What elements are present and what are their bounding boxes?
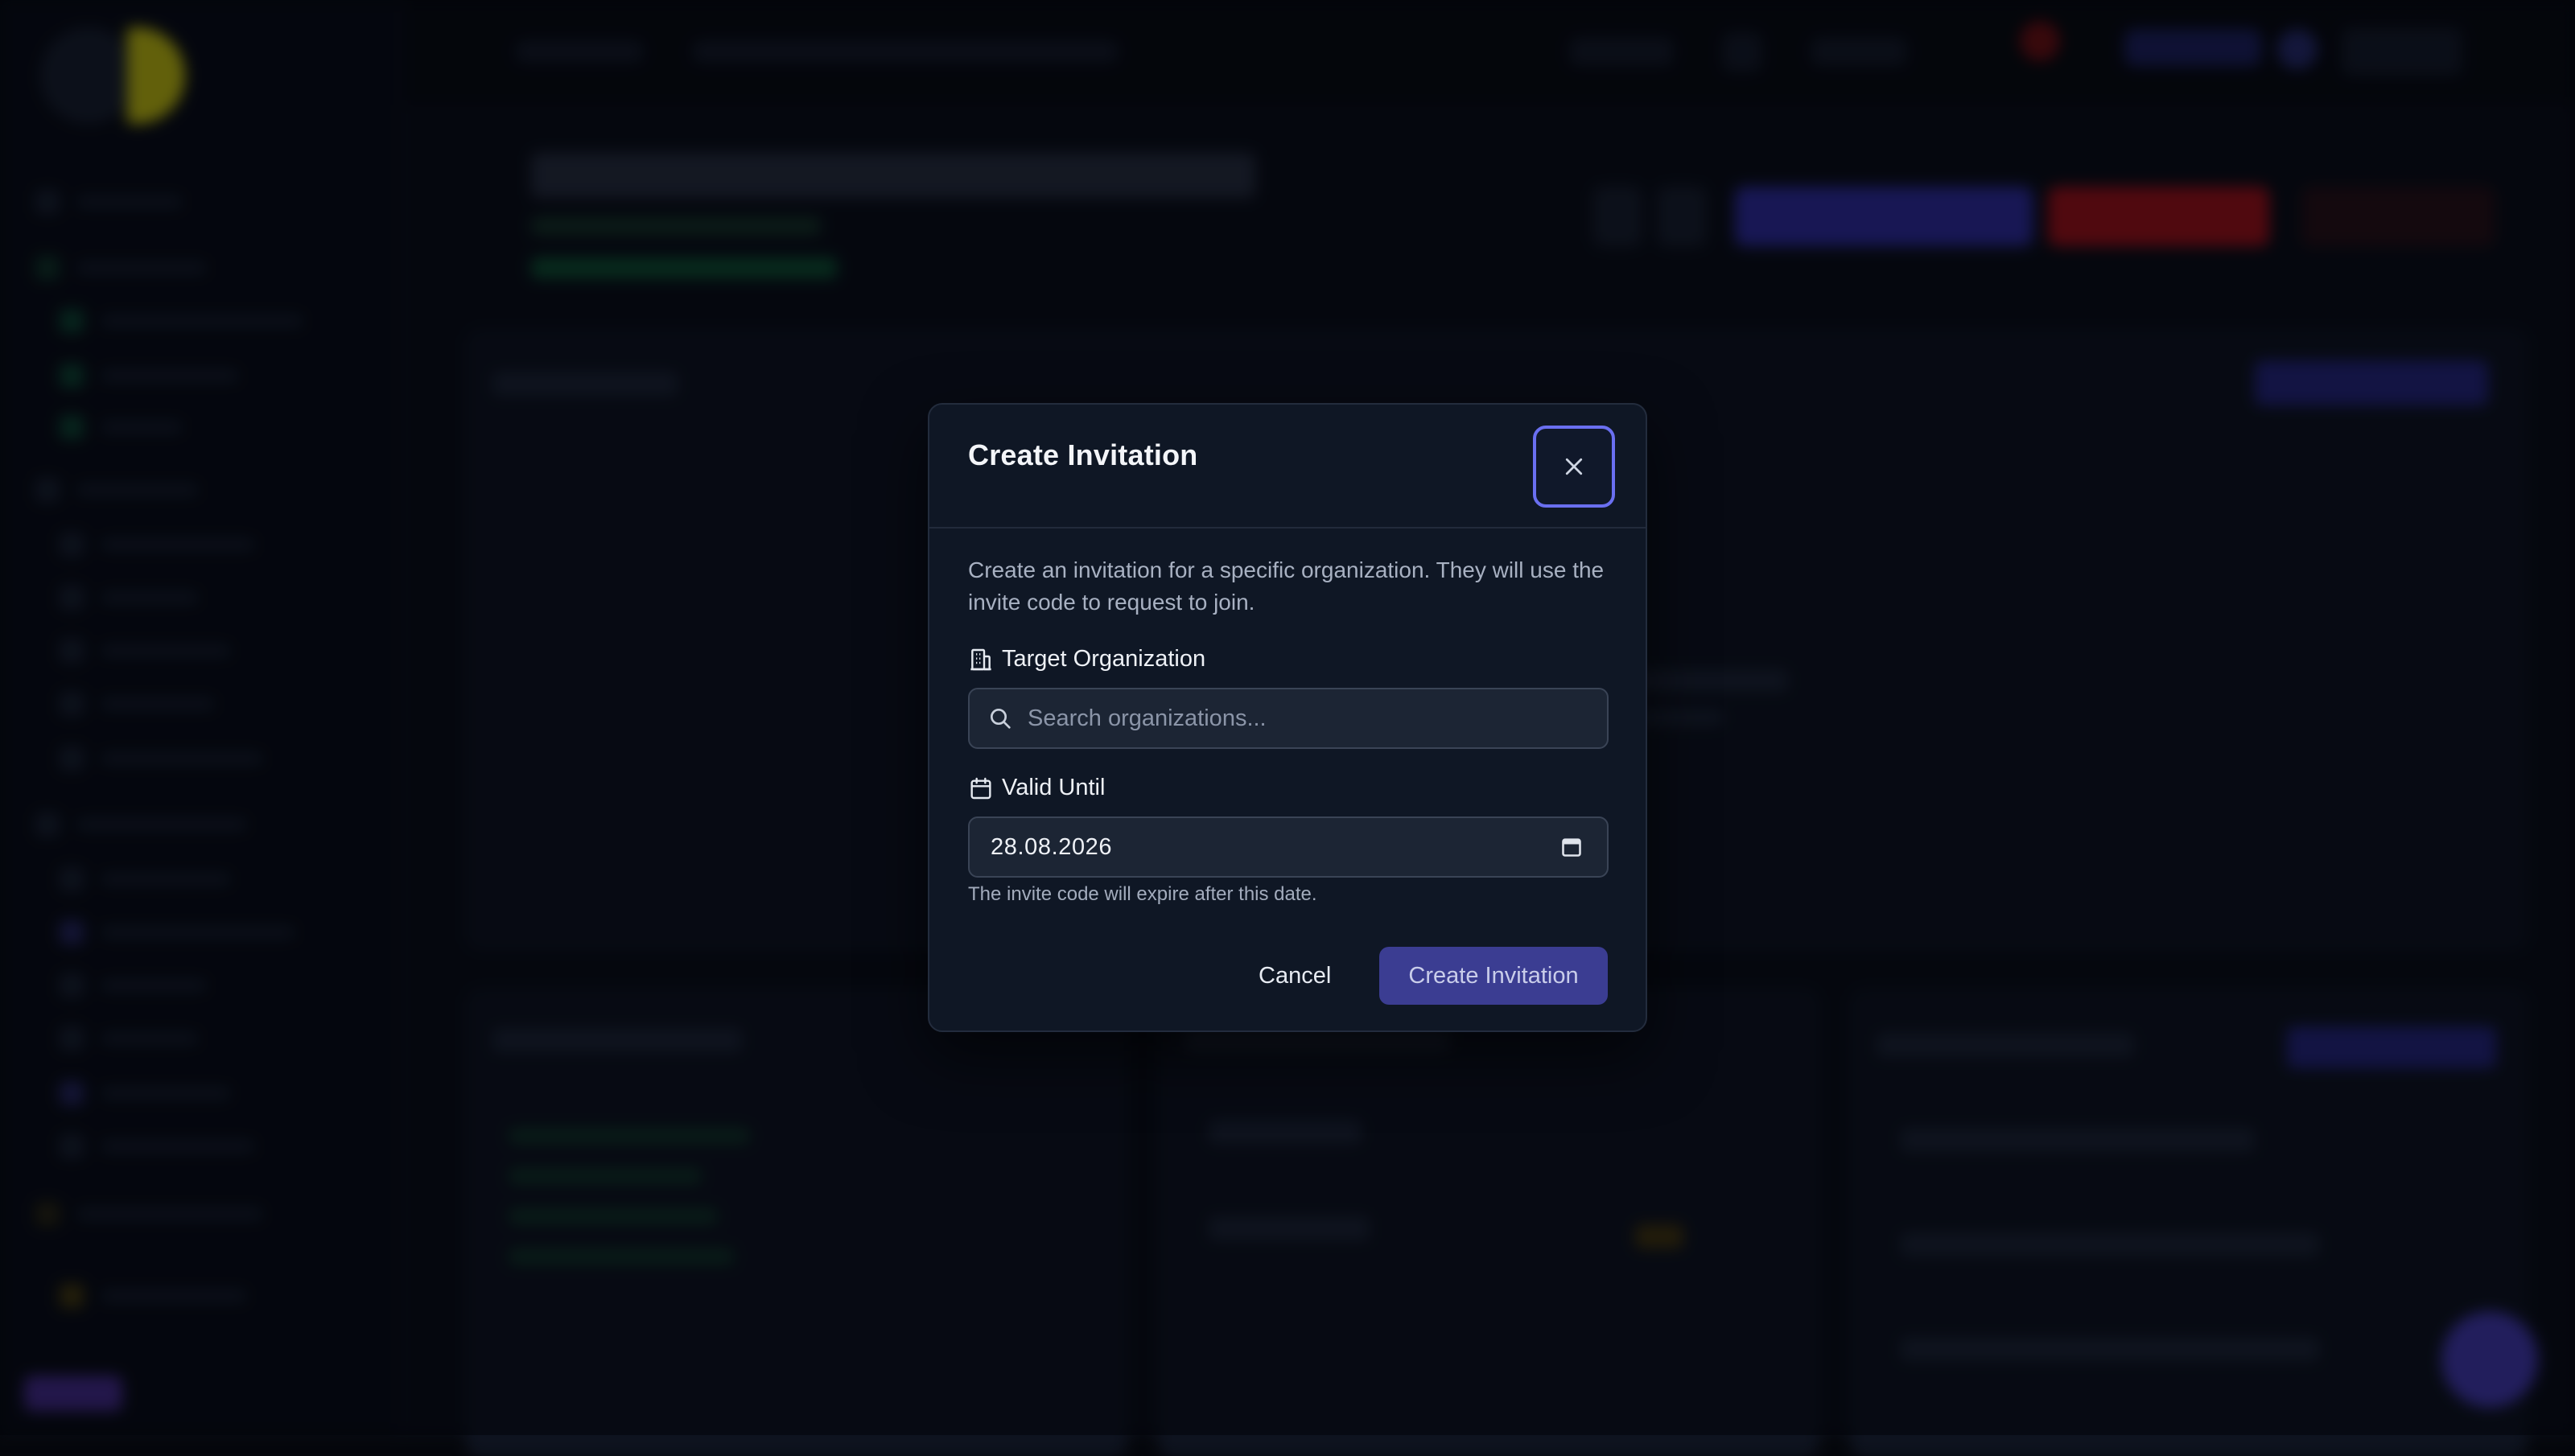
close-button[interactable] — [1533, 426, 1615, 508]
organization-search-input[interactable] — [1028, 689, 1607, 747]
valid-until-date-field[interactable]: 28.08.2026 — [968, 816, 1609, 878]
close-icon — [1565, 458, 1583, 475]
dialog-title: Create Invitation — [968, 438, 1198, 471]
valid-until-label-text: Valid Until — [1002, 775, 1106, 800]
create-invitation-dialog: Create Invitation Create an invitation f… — [928, 403, 1647, 1032]
valid-until-label: Valid Until — [968, 775, 1105, 801]
dialog-description: Create an invitation for a specific orga… — [968, 557, 1605, 615]
create-invitation-button[interactable]: Create Invitation — [1379, 947, 1608, 1005]
expiry-hint: The invite code will expire after this d… — [968, 883, 1317, 905]
date-picker-button[interactable] — [1555, 831, 1588, 863]
building-icon — [970, 648, 991, 670]
target-organization-label: Target Organization — [968, 646, 1205, 672]
dialog-header: Create Invitation — [929, 405, 1646, 529]
cancel-button[interactable]: Cancel — [1239, 948, 1350, 1004]
organization-search-box[interactable] — [968, 688, 1609, 749]
valid-until-date-value[interactable]: 28.08.2026 — [970, 834, 1555, 861]
target-organization-label-text: Target Organization — [1002, 646, 1206, 672]
calendar-icon — [970, 777, 991, 799]
calendar-picker-icon — [1562, 838, 1581, 857]
search-icon — [991, 709, 1011, 729]
